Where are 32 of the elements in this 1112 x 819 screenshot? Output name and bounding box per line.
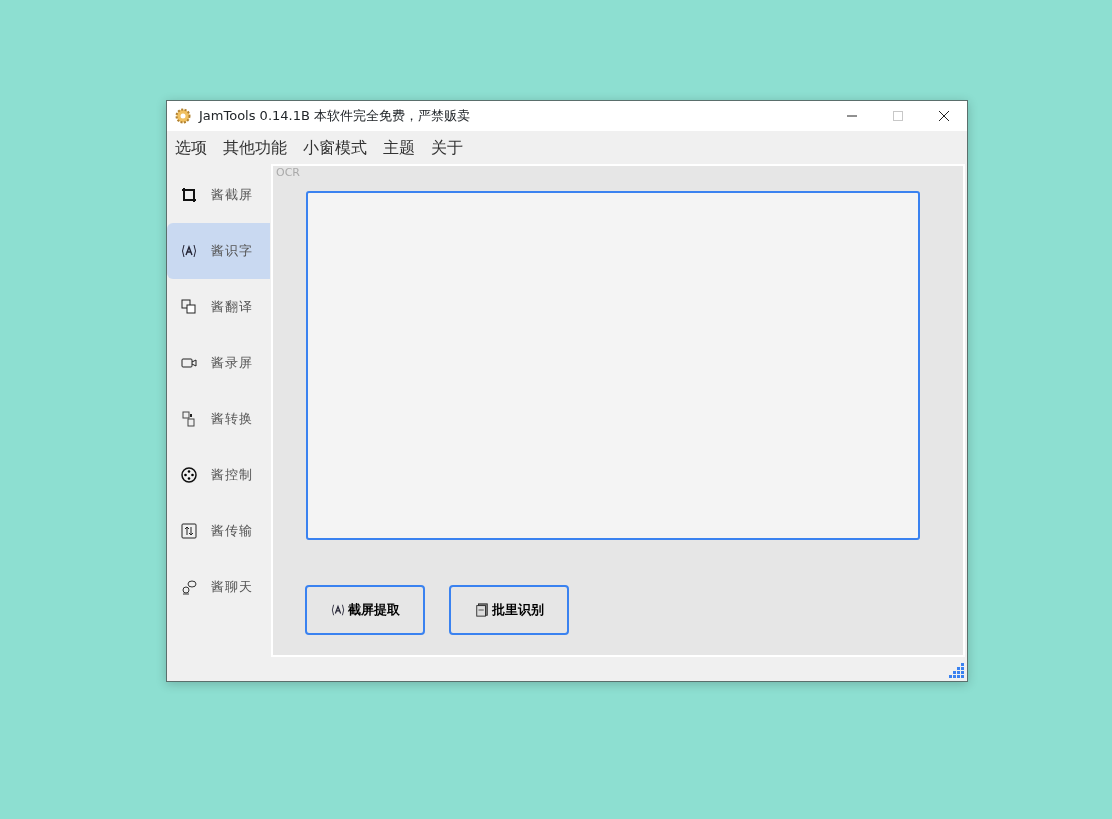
sidebar-item[interactable]: 酱识字 <box>167 223 270 279</box>
crop-icon <box>181 187 197 203</box>
sidebar-item[interactable]: 酱录屏 <box>167 335 270 391</box>
close-icon <box>939 111 949 121</box>
menu-item[interactable]: 关于 <box>431 135 463 160</box>
document-stack-icon <box>474 603 489 617</box>
video-camera-icon <box>181 355 197 371</box>
sidebar-item[interactable]: 酱传输 <box>167 503 270 559</box>
text-recognition-icon <box>181 243 197 259</box>
sidebar-item[interactable]: 酱控制 <box>167 447 270 503</box>
text-recognition-icon <box>330 603 345 617</box>
action-button[interactable]: 截屏提取 <box>305 585 425 635</box>
document-convert-icon <box>181 411 197 427</box>
transfer-arrows-icon <box>181 523 197 539</box>
action-button[interactable]: 批里识别 <box>449 585 569 635</box>
gear-icon <box>175 108 191 124</box>
sidebar-item[interactable]: 酱截屏 <box>167 167 270 223</box>
sidebar-item[interactable]: 酱转换 <box>167 391 270 447</box>
sidebar-item[interactable]: 酱聊天 <box>167 559 270 615</box>
menu-item[interactable]: 小窗模式 <box>303 135 367 160</box>
menu-item[interactable]: 其他功能 <box>223 135 287 160</box>
menu-item[interactable]: 主题 <box>383 135 415 160</box>
resize-grip-icon[interactable] <box>949 663 965 679</box>
translate-icon <box>181 299 197 315</box>
panel-title: OCR <box>275 166 301 180</box>
window-title: JamTools 0.14.1B 本软件完全免费，严禁贩卖 <box>199 107 471 126</box>
maximize-icon <box>893 111 903 121</box>
text-area[interactable] <box>306 191 920 540</box>
control-pad-icon <box>181 467 197 483</box>
sidebar-item[interactable]: 酱翻译 <box>167 279 270 335</box>
chat-bubble-icon <box>181 579 197 595</box>
menu-item[interactable]: 选项 <box>175 135 207 160</box>
